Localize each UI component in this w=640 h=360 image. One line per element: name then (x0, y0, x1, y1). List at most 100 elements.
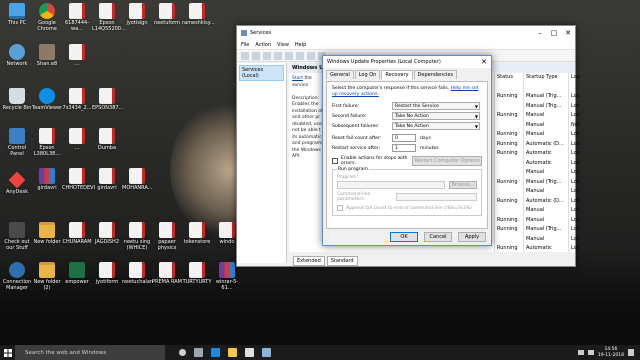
menu-view[interactable]: View (277, 42, 289, 48)
table-cell[interactable] (497, 235, 523, 245)
table-cell[interactable]: Running (497, 197, 523, 207)
reset-count-input[interactable]: 0 (392, 134, 416, 142)
desktop-icon[interactable]: rameshkisy... (182, 3, 215, 26)
menu-file[interactable]: File (241, 42, 249, 48)
dialog-close-button[interactable]: ✕ (477, 55, 491, 69)
tab-log-on[interactable]: Log On (354, 70, 381, 79)
table-cell[interactable]: Manual (Trig... (526, 225, 568, 235)
table-cell[interactable] (571, 83, 580, 93)
table-cell[interactable]: Net (571, 121, 580, 131)
desktop-icon[interactable]: New folder (2) (32, 262, 62, 291)
tab-general[interactable]: General (326, 70, 354, 79)
table-cell[interactable] (497, 206, 523, 216)
desktop-icon[interactable]: ... (62, 44, 92, 67)
table-cell[interactable]: Manual (526, 121, 568, 131)
refresh-icon[interactable] (274, 51, 282, 60)
program-input[interactable] (337, 181, 445, 189)
help-icon[interactable] (296, 51, 304, 60)
start-service-link[interactable]: Start (292, 76, 303, 81)
table-cell[interactable]: Loc (571, 178, 580, 188)
column-header[interactable]: Status (497, 73, 523, 83)
table-cell[interactable]: Running (497, 178, 523, 188)
clock[interactable]: 14:56 19-11-2018 (598, 347, 624, 358)
table-cell[interactable]: Loc (571, 149, 580, 159)
tree-item-services-local[interactable]: Services (Local) (239, 65, 284, 81)
table-cell[interactable]: Manual (526, 130, 568, 140)
desktop-icon[interactable]: Google Chrome (32, 3, 62, 32)
task-view-icon[interactable] (194, 348, 203, 357)
network-icon[interactable] (577, 350, 584, 355)
desktop-icon[interactable]: empower (62, 262, 92, 285)
table-cell[interactable]: Automatic (D... (526, 140, 568, 150)
table-cell[interactable]: Manual (526, 206, 568, 216)
table-cell[interactable]: Manual (Trig... (526, 178, 568, 188)
desktop-icon[interactable]: Epson L14Q55200... (92, 3, 126, 32)
table-cell[interactable]: Running (497, 130, 523, 140)
table-cell[interactable]: Loc (571, 206, 580, 216)
store-icon[interactable] (245, 348, 254, 357)
taskbar-search[interactable]: Search the web and Windows (15, 345, 165, 360)
play-icon[interactable] (307, 51, 315, 60)
table-cell[interactable]: Running (497, 92, 523, 102)
browse-button[interactable]: Browse... (449, 181, 477, 189)
desktop-icon[interactable]: neetuform (152, 3, 182, 26)
desktop-icon[interactable]: 7s3434_2... (62, 88, 92, 111)
microphone-icon[interactable] (179, 349, 186, 356)
table-cell[interactable]: Manual (526, 216, 568, 226)
column-header[interactable]: Startup Type (526, 73, 568, 83)
minimize-button[interactable]: – (533, 26, 547, 40)
append-checkbox[interactable] (337, 205, 343, 211)
desktop-icon[interactable]: neetu sing (WHICE) (122, 222, 152, 251)
services-taskbar-icon[interactable] (262, 348, 271, 357)
desktop-icon[interactable]: Connection Manager (2, 262, 32, 291)
desktop-icon[interactable]: AnyDesk (2, 171, 32, 195)
desktop-icon[interactable]: PREMA RAM (152, 262, 182, 285)
desktop-icon[interactable]: EPSON387... (92, 88, 123, 111)
desktop-icon[interactable]: TURTYURTY (182, 262, 212, 285)
tab-standard[interactable]: Standard (326, 256, 358, 266)
desktop-icon[interactable]: Check out our Stuff (2, 222, 32, 251)
table-cell[interactable]: Running (497, 225, 523, 235)
table-cell[interactable]: Loc (571, 111, 580, 121)
table-cell[interactable]: Manual (526, 235, 568, 245)
menu-help[interactable]: Help (295, 42, 306, 48)
table-cell[interactable]: Loc (571, 197, 580, 207)
restart-service-input[interactable]: 1 (392, 144, 416, 152)
table-cell[interactable]: Manual (526, 111, 568, 121)
column-header[interactable]: Log (571, 73, 580, 83)
table-cell[interactable]: Loc (571, 168, 580, 178)
desktop-icon[interactable]: ... (62, 128, 92, 151)
desktop-icon[interactable]: CHHOTEDEVI (62, 168, 95, 191)
desktop-icon[interactable]: 6187444-wa... (62, 3, 92, 32)
table-cell[interactable] (497, 102, 523, 112)
table-cell[interactable]: Automatic (526, 149, 568, 159)
table-cell[interactable] (497, 159, 523, 169)
table-cell[interactable]: Manual (526, 187, 568, 197)
close-button[interactable]: ✕ (561, 26, 575, 40)
dialog-titlebar[interactable]: Windows Update Properties (Local Compute… (323, 56, 491, 68)
services-titlebar[interactable]: Services – □ ✕ (237, 26, 575, 40)
table-cell[interactable]: Loc (571, 92, 580, 102)
desktop-icon[interactable]: JAGDISH2 (92, 222, 122, 245)
table-cell[interactable] (497, 121, 523, 131)
back-icon[interactable] (241, 51, 249, 60)
desktop-icon[interactable]: girdavri (32, 168, 62, 191)
table-cell[interactable] (497, 168, 523, 178)
table-cell[interactable]: Running (497, 140, 523, 150)
restart-computer-options-button[interactable]: Restart Computer Options (412, 156, 482, 166)
desktop-icon[interactable]: Epson L380L38... (32, 128, 62, 157)
menu-action[interactable]: Action (255, 42, 271, 48)
table-cell[interactable]: Running (497, 216, 523, 226)
table-cell[interactable]: Running (497, 111, 523, 121)
tab-extended[interactable]: Extended (293, 256, 325, 266)
table-cell[interactable]: Loc (571, 159, 580, 169)
desktop-icon[interactable]: girdavri (92, 168, 122, 191)
desktop-icon[interactable]: Network (2, 44, 32, 67)
table-cell[interactable] (497, 83, 523, 93)
table-cell[interactable]: Running (497, 149, 523, 159)
desktop-icon[interactable]: jyotisign (122, 3, 152, 26)
notification-icon[interactable] (628, 349, 634, 356)
console-tree-icon[interactable] (263, 51, 271, 60)
ok-button[interactable]: OK (390, 232, 418, 242)
desktop-icon[interactable]: This PC (2, 3, 32, 26)
